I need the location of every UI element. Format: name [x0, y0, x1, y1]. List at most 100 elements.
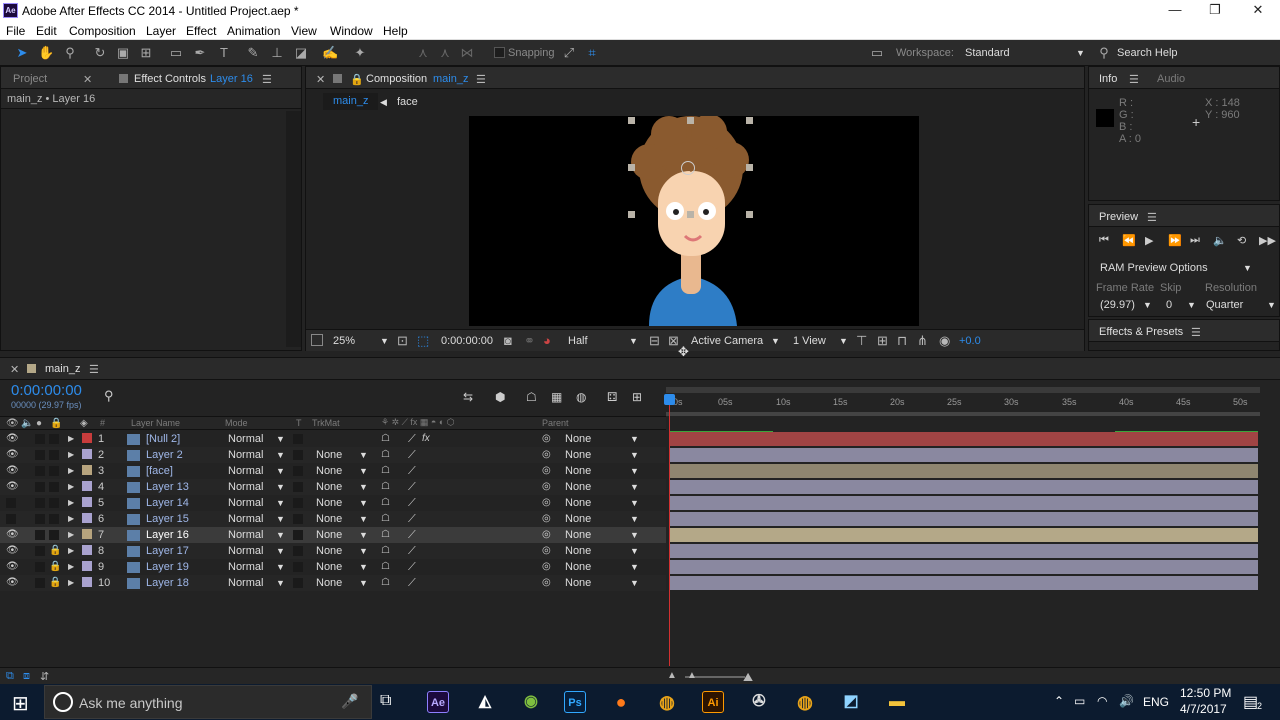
- layer-name[interactable]: Layer 2: [146, 449, 183, 461]
- time-ruler[interactable]: 0s 05s 10s 15s 20s 25s 30s 35s 40s 45s 5…: [666, 387, 1260, 434]
- label-color-swatch[interactable]: [82, 577, 92, 587]
- layer-row[interactable]: 👁 ▶ 4 Layer 13 Normal ▼ None ▼ ☖ ⟋ ◎ None ▼: [0, 479, 666, 495]
- workspace-select[interactable]: Standard: [965, 47, 1010, 59]
- menu-help[interactable]: Help: [383, 24, 408, 38]
- layer-row[interactable]: 👁 ▶ 7 Layer 16 Normal ▼ None ▼ ☖ ⟋ ◎ None ▼: [0, 527, 666, 543]
- layer-duration-bar[interactable]: [669, 496, 1258, 510]
- shy-switch-icon[interactable]: ☖: [381, 513, 390, 524]
- menu-view[interactable]: View: [291, 24, 317, 38]
- blend-mode-select[interactable]: Normal: [228, 561, 263, 573]
- preserve-transparency-toggle[interactable]: [293, 466, 303, 476]
- menu-file[interactable]: File: [6, 24, 25, 38]
- quality-switch-icon[interactable]: ⟋: [408, 465, 416, 478]
- parent-select[interactable]: None: [565, 529, 591, 541]
- selection-tool-icon[interactable]: ➤: [14, 45, 30, 61]
- exposure-value[interactable]: +0.0: [959, 335, 981, 347]
- snapshot-icon[interactable]: ◙: [504, 333, 512, 348]
- transform-handle[interactable]: [628, 164, 635, 171]
- menu-layer[interactable]: Layer: [146, 24, 176, 38]
- in-out-icon[interactable]: ⇵: [40, 670, 49, 683]
- layer-row[interactable]: 👁 ▶ 3 [face] Normal ▼ None ▼ ☖ ⟋ ◎ None ▼: [0, 463, 666, 479]
- preserve-transparency-toggle[interactable]: [293, 434, 303, 444]
- expand-arrow-icon[interactable]: ▶: [68, 514, 74, 523]
- transform-handle[interactable]: [746, 164, 753, 171]
- label-color-swatch[interactable]: [82, 449, 92, 459]
- label-color-swatch[interactable]: [82, 545, 92, 555]
- preserve-transparency-toggle[interactable]: [293, 562, 303, 572]
- audio-icon[interactable]: 🔈: [1213, 234, 1227, 247]
- timeline-icon[interactable]: ⊓: [897, 333, 907, 349]
- blend-mode-select[interactable]: Normal: [228, 465, 263, 477]
- chevron-down-icon[interactable]: ▼: [359, 514, 368, 524]
- trkmat-select[interactable]: None: [316, 545, 342, 557]
- parent-select[interactable]: None: [565, 513, 591, 525]
- trkmat-select[interactable]: None: [316, 481, 342, 493]
- quality-switch-icon[interactable]: ⟋: [408, 481, 416, 494]
- menu-edit[interactable]: Edit: [36, 24, 57, 38]
- media-player-icon[interactable]: ✇: [748, 691, 770, 713]
- solo-toggle[interactable]: [35, 498, 45, 508]
- ram-preview-icon[interactable]: ▶▶: [1259, 234, 1276, 247]
- solo-toggle[interactable]: [35, 578, 45, 588]
- trkmat-select[interactable]: None: [316, 513, 342, 525]
- chevron-down-icon[interactable]: ▼: [630, 562, 639, 572]
- parent-select[interactable]: None: [565, 449, 591, 461]
- pick-whip-icon[interactable]: ◎: [542, 545, 551, 556]
- viewer-timecode[interactable]: 0:00:00:00: [441, 335, 493, 347]
- chevron-down-icon[interactable]: ▼: [839, 336, 848, 346]
- chevron-down-icon[interactable]: ▼: [630, 482, 639, 492]
- layer-name[interactable]: Layer 14: [146, 497, 189, 509]
- first-frame-icon[interactable]: ⏮: [1099, 234, 1109, 247]
- chevron-left-icon[interactable]: ◀: [380, 97, 387, 108]
- close-icon[interactable]: ✕: [10, 363, 19, 376]
- puppet-pin-tool-icon[interactable]: ✦: [352, 45, 368, 61]
- chevron-down-icon[interactable]: ▼: [629, 336, 638, 346]
- chevron-down-icon[interactable]: ▼: [630, 450, 639, 460]
- pick-whip-icon[interactable]: ◎: [542, 433, 551, 444]
- chevron-down-icon[interactable]: ▼: [1243, 263, 1252, 273]
- transfer-controls-icon[interactable]: ⧈: [23, 670, 30, 683]
- tab-effect-controls[interactable]: Effect Controls: [134, 73, 206, 85]
- language-indicator[interactable]: ENG: [1143, 695, 1169, 709]
- parent-select[interactable]: None: [565, 561, 591, 573]
- windows-start-icon[interactable]: ⊞: [12, 691, 29, 716]
- chevron-down-icon[interactable]: ▼: [359, 450, 368, 460]
- parent-select[interactable]: None: [565, 545, 591, 557]
- pen-tool-icon[interactable]: ✒: [192, 45, 208, 61]
- zoom-in-icon[interactable]: ⛰: [743, 670, 753, 685]
- illustrator-icon[interactable]: Ai: [702, 691, 724, 713]
- tab-info[interactable]: Info: [1099, 73, 1117, 85]
- next-frame-icon[interactable]: ⏩: [1168, 234, 1182, 247]
- expand-arrow-icon[interactable]: ▶: [68, 546, 74, 555]
- chevron-down-icon[interactable]: ▼: [276, 546, 285, 556]
- clock-date[interactable]: 4/7/2017: [1180, 702, 1227, 716]
- chevron-down-icon[interactable]: ▼: [359, 546, 368, 556]
- pick-whip-icon[interactable]: ◎: [542, 513, 551, 524]
- layer-name[interactable]: [Null 2]: [146, 433, 180, 445]
- chevron-down-icon[interactable]: ▼: [276, 514, 285, 524]
- layer-duration-bar[interactable]: [669, 528, 1258, 542]
- layer-row[interactable]: ▶ 5 Layer 14 Normal ▼ None ▼ ☖ ⟋ ◎ None ▼: [0, 495, 666, 511]
- layer-duration-bar[interactable]: [669, 480, 1258, 494]
- label-color-swatch[interactable]: [82, 497, 92, 507]
- hand-tool-icon[interactable]: ✋: [38, 45, 54, 61]
- pick-whip-icon[interactable]: ◎: [542, 497, 551, 508]
- breadcrumb-child[interactable]: face: [397, 96, 418, 108]
- solo-toggle[interactable]: [35, 562, 45, 572]
- fx-switch-icon[interactable]: fx: [422, 433, 430, 444]
- chevron-down-icon[interactable]: ▼: [630, 578, 639, 588]
- roto-brush-tool-icon[interactable]: ✍: [322, 45, 338, 61]
- layer-row[interactable]: 👁 🔒 ▶ 10 Layer 18 Normal ▼ None ▼ ☖ ⟋ ◎ None ▼: [0, 575, 666, 591]
- solo-toggle[interactable]: [35, 450, 45, 460]
- region-interest-icon[interactable]: ⬚: [417, 333, 429, 349]
- loop-icon[interactable]: ⟲: [1237, 234, 1246, 247]
- maximize-button[interactable]: ❐: [1205, 2, 1225, 20]
- label-color-swatch[interactable]: [82, 465, 92, 475]
- wifi-icon[interactable]: ◠: [1097, 694, 1107, 708]
- fit-icon[interactable]: ⊡: [397, 333, 408, 349]
- chevron-down-icon[interactable]: ▼: [1076, 48, 1085, 58]
- lock-toggle[interactable]: [49, 498, 59, 508]
- motion-blur-icon[interactable]: ◍: [576, 390, 586, 404]
- preserve-transparency-toggle[interactable]: [293, 530, 303, 540]
- layer-row[interactable]: 👁 🔒 ▶ 8 Layer 17 Normal ▼ None ▼ ☖ ⟋ ◎ None ▼: [0, 543, 666, 559]
